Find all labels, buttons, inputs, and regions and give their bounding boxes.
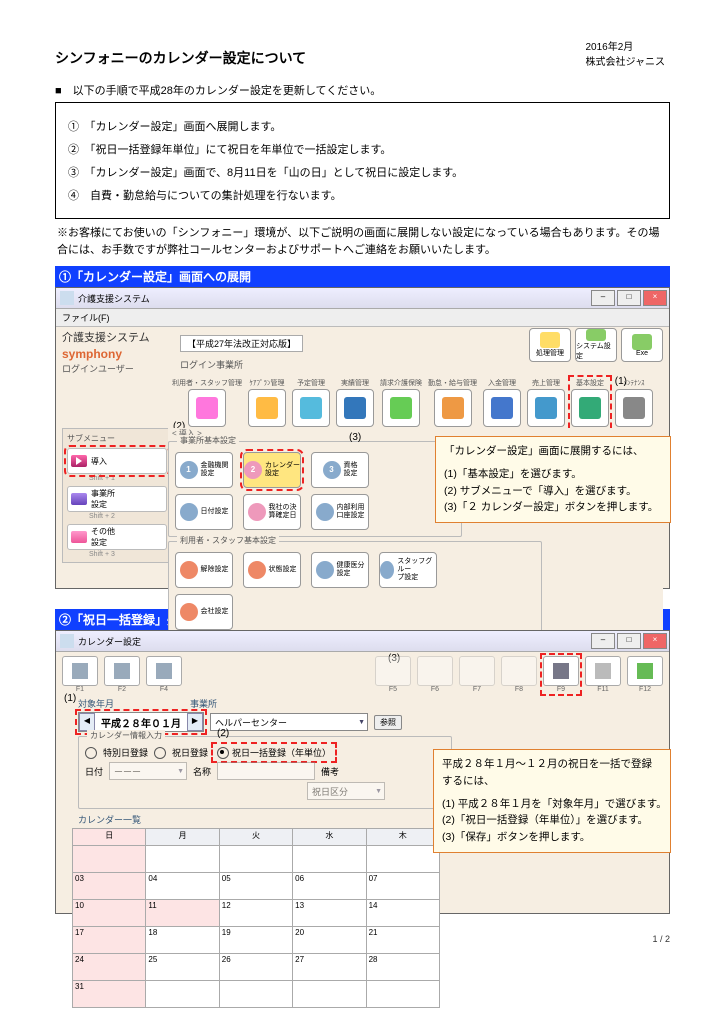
radio-special[interactable] xyxy=(85,747,97,759)
name-input xyxy=(217,762,315,780)
calendar-settings-button[interactable]: 2カレンダー 設定 xyxy=(243,452,301,488)
steps-box: ① 「カレンダー設定」画面へ展開します。 ② 「祝日一括登録年単位」にて祝日を年… xyxy=(55,102,670,219)
prev-month-button[interactable]: ◀ xyxy=(79,713,95,731)
doc-title: シンフォニーのカレンダー設定について xyxy=(55,48,670,68)
calendar-table: 日 月 火 水 木 0304050607 1011121314 17181920… xyxy=(72,828,440,1008)
screenshot-2: カレンダー設定 – □ × (3) F1 F2 F4 F5 F6 F7 F8 F… xyxy=(55,630,670,914)
fkey-f11[interactable] xyxy=(585,656,621,686)
window-title: 介護支援システム xyxy=(78,292,150,305)
toolbar-f7[interactable] xyxy=(483,389,521,427)
window-titlebar: 介護支援システム – □ × xyxy=(56,288,669,309)
toolbar-f10[interactable] xyxy=(615,389,653,427)
fkey-f9-save[interactable] xyxy=(543,656,579,686)
next-month-button[interactable]: ▶ xyxy=(187,713,203,731)
process-mgmt-button[interactable]: 処理管理 xyxy=(529,328,571,362)
release-button[interactable]: 解除設定 xyxy=(175,552,233,588)
target-label: 対象年月 xyxy=(78,697,138,710)
fkey-f5 xyxy=(375,656,411,686)
header-meta: 2016年2月 株式会社ジャニス xyxy=(586,40,666,70)
fkey-f2[interactable] xyxy=(104,656,140,686)
date-combo: ーーー▼ xyxy=(109,762,187,780)
minimize-button[interactable]: – xyxy=(591,290,615,306)
fkey-f6 xyxy=(417,656,453,686)
status-button[interactable]: 状態設定 xyxy=(243,552,301,588)
closing-button[interactable]: 我社の決 算確定日 xyxy=(243,494,301,530)
window-icon xyxy=(60,291,74,305)
health-button[interactable]: 健康医分 設定 xyxy=(311,552,369,588)
radio-bulk-holiday[interactable] xyxy=(217,747,229,759)
window2-title: カレンダー設定 xyxy=(78,635,141,648)
toolbar-f8[interactable] xyxy=(527,389,565,427)
account-button[interactable]: 内部利用 口座設定 xyxy=(311,494,369,530)
bank-settings-button[interactable]: 1金融機関 設定 xyxy=(175,452,233,488)
office-label: 事業所 xyxy=(190,697,217,710)
step-3: ③ 「カレンダー設定」画面で、8月11日を「山の日」として祝日に設定します。 xyxy=(68,164,657,180)
callout-1: 「カレンダー設定」画面に展開するには、 (1)「基本設定」を選びます。 (2) … xyxy=(435,436,671,523)
app-identity: 介護支援システム symphony ログインユーザー xyxy=(62,331,172,376)
play-icon xyxy=(71,455,87,467)
doc-company: 株式会社ジャニス xyxy=(586,55,666,70)
maximize2-button[interactable]: □ xyxy=(617,633,641,649)
close2-button[interactable]: × xyxy=(643,633,667,649)
toolbar-f4[interactable] xyxy=(336,389,374,427)
screenshot-1: 介護支援システム – □ × ファイル(F) 介護支援システム symphony… xyxy=(55,287,670,589)
fkey-f8 xyxy=(501,656,537,686)
license-settings-button[interactable]: 3資格 設定 xyxy=(311,452,369,488)
staff-group-button[interactable]: スタッフグルー プ設定 xyxy=(379,552,437,588)
fkey-f1[interactable] xyxy=(62,656,98,686)
company-button[interactable]: 会社設定 xyxy=(175,594,233,630)
intro-line: ■ 以下の手順で平成28年のカレンダー設定を更新してください。 xyxy=(55,82,670,98)
version-login-col: 【平成27年法改正対応版】 ログイン事業所 xyxy=(180,335,303,371)
fkey-f7 xyxy=(459,656,495,686)
submenu-panel: サブメニュー (2) 導入 Shift + 1 事業所 設定 Shift + 2… xyxy=(62,428,172,563)
submenu-office[interactable]: 事業所 設定 xyxy=(67,486,167,512)
step-2: ② 「祝日一括登録年単位」にて祝日を年単位で一括設定します。 xyxy=(68,141,657,157)
brand-logo: symphony xyxy=(62,346,172,363)
reference-button[interactable]: 参照 xyxy=(374,715,402,730)
system-settings-button[interactable]: システム設定 xyxy=(575,328,617,362)
class-combo: 祝日区分▼ xyxy=(307,782,385,800)
other-icon xyxy=(71,531,87,543)
submenu-intro[interactable]: 導入 xyxy=(67,448,167,474)
fkey-f4[interactable] xyxy=(146,656,182,686)
annot2-1: (1) xyxy=(64,693,76,704)
caution-note: ※お客様にてお使いの「シンフォニー」環境が、以下ご説明の画面に展開しない設定にな… xyxy=(57,225,668,258)
toolbar-f1[interactable] xyxy=(188,389,226,427)
toolbar-f2[interactable] xyxy=(248,389,286,427)
menu-bar[interactable]: ファイル(F) xyxy=(56,309,669,327)
maximize-button[interactable]: □ xyxy=(617,290,641,306)
doc-date: 2016年2月 xyxy=(586,40,666,55)
annot-3: (3) xyxy=(349,432,361,443)
radio-holiday[interactable] xyxy=(154,747,166,759)
fkey-f12[interactable] xyxy=(627,656,663,686)
step-1: ① 「カレンダー設定」画面へ展開します。 xyxy=(68,118,657,134)
minimize2-button[interactable]: – xyxy=(591,633,615,649)
toolbar-basic-settings[interactable] xyxy=(571,389,609,427)
window2-titlebar: カレンダー設定 – □ × xyxy=(56,631,669,652)
toolbar-f3[interactable] xyxy=(292,389,330,427)
window2-icon xyxy=(60,634,74,648)
annot-1: (1) xyxy=(615,376,627,387)
toolbar-f6[interactable] xyxy=(434,389,472,427)
version-label: 【平成27年法改正対応版】 xyxy=(180,335,303,352)
submenu-other[interactable]: その他 設定 xyxy=(67,524,167,550)
date-settings-button[interactable]: 日付設定 xyxy=(175,494,233,530)
step-4: ④ 自費・勤怠給与についての集計処理を行ないます。 xyxy=(68,187,657,203)
section1-bar: ①「カレンダー設定」画面への展開 xyxy=(55,266,670,287)
callout-2: 平成２８年１月～１２月の祝日を一括で登録するには、 (1) 平成２８年１月を「対… xyxy=(433,749,671,853)
office-combo[interactable]: ヘルパーセンター▼ xyxy=(210,713,368,731)
target-month-spinner[interactable]: ◀ 平成２８年０１月 ▶ xyxy=(78,712,204,732)
exe-button[interactable]: Exe xyxy=(621,328,663,362)
close-button[interactable]: × xyxy=(643,290,667,306)
office-icon xyxy=(71,493,87,505)
toolbar-f5[interactable] xyxy=(382,389,420,427)
annot2-2: (2) xyxy=(217,728,229,739)
